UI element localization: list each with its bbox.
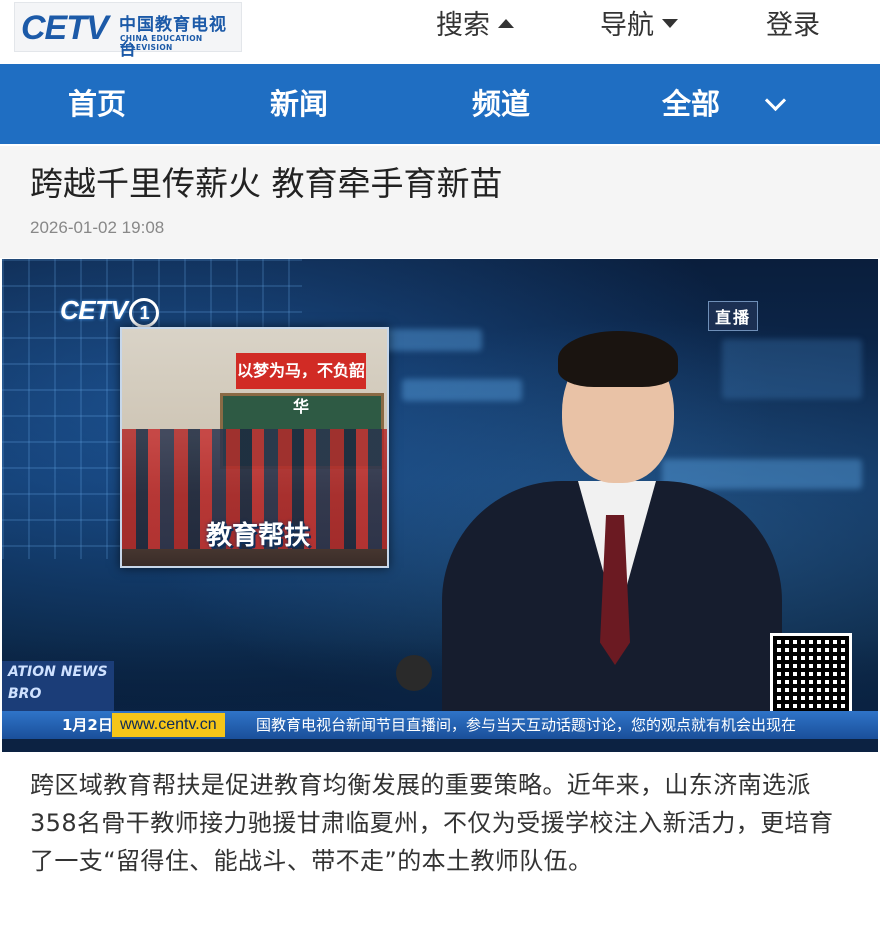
nav-toggle[interactable]: 导航 bbox=[600, 6, 678, 46]
live-badge: 直播 bbox=[708, 301, 759, 331]
qr-code-icon bbox=[770, 633, 852, 715]
login-link[interactable]: 登录 bbox=[766, 6, 820, 46]
search-toggle[interactable]: 搜索 bbox=[436, 6, 514, 46]
nav-label: 导航 bbox=[600, 10, 654, 41]
studio-light bbox=[722, 339, 862, 399]
news-program-logo: ATION NEWS BRO bbox=[2, 661, 114, 711]
nav-item-news[interactable]: 新闻 bbox=[270, 64, 328, 144]
inset-banner: 以梦为马，不负韶华 bbox=[236, 353, 366, 416]
article-body: 跨区域教育帮扶是促进教育均衡发展的重要策略。近年来，山东济南选派358名骨干教师… bbox=[30, 771, 834, 875]
chevron-down-icon[interactable] bbox=[764, 89, 787, 112]
nav-item-home[interactable]: 首页 bbox=[68, 64, 126, 144]
caret-up-icon bbox=[498, 19, 514, 28]
news-anchor-hair bbox=[558, 331, 678, 387]
ticker-text: 国教育电视台新闻节目直播间，参与当天互动话题讨论，您的观点就有机会出现在 bbox=[256, 716, 797, 734]
channel-navbar: 首页 新闻 频道 全部 bbox=[0, 64, 880, 144]
ticker-date: 1月2日 bbox=[62, 716, 113, 734]
ticker-url: www.centv.cn bbox=[112, 713, 225, 737]
top-header: CETV 中国教育电视台 CHINA EDUCATION TELEVISION … bbox=[0, 0, 880, 62]
article-header: 跨越千里传薪火 教育牵手育新苗 2026-01-02 19:08 bbox=[0, 146, 880, 258]
ticker-bottom-strip bbox=[2, 739, 878, 752]
video-player[interactable]: CETV 1 直播 以梦为马，不负韶华 教育帮扶 ATION NEWS BRO 1… bbox=[2, 259, 878, 752]
channel-number: 1 bbox=[129, 298, 160, 328]
logo-english-name: CHINA EDUCATION TELEVISION bbox=[120, 34, 203, 52]
search-label: 搜索 bbox=[436, 10, 490, 41]
cetv-logo[interactable]: CETV 中国教育电视台 CHINA EDUCATION TELEVISION bbox=[14, 2, 242, 60]
nav-item-channels[interactable]: 频道 bbox=[472, 64, 530, 144]
news-ticker: 1月2日 www.centv.cn 国教育电视台新闻节目直播间，参与当天互动话题… bbox=[2, 711, 878, 739]
inset-caption: 教育帮扶 bbox=[206, 521, 311, 551]
channel-logo: CETV 1 bbox=[60, 295, 160, 328]
studio-light bbox=[402, 379, 522, 401]
logo-mark: CETV bbox=[21, 9, 109, 47]
inset-news-image: 以梦为马，不负韶华 教育帮扶 bbox=[120, 327, 389, 568]
channel-logo-text: CETV bbox=[60, 295, 128, 325]
nav-item-all[interactable]: 全部 bbox=[662, 64, 720, 144]
microphone-icon bbox=[396, 655, 432, 691]
publish-timestamp: 2026-01-02 19:08 bbox=[30, 218, 165, 237]
article-title: 跨越千里传薪火 教育牵手育新苗 bbox=[30, 164, 503, 203]
caret-down-icon bbox=[662, 19, 678, 28]
